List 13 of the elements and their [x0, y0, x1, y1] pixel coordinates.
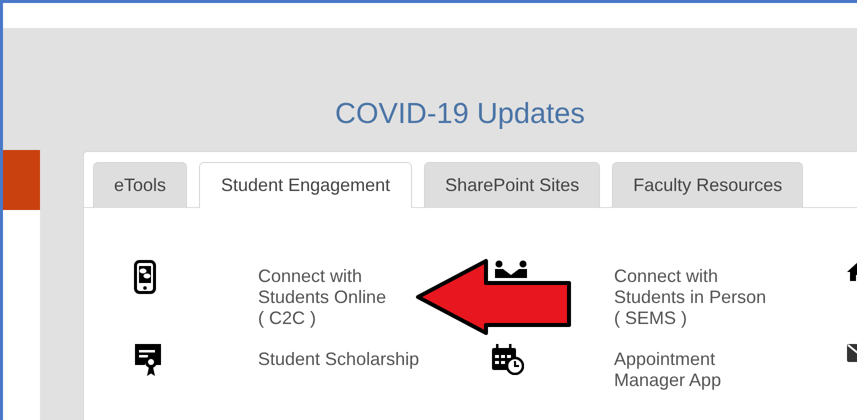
tab[interactable]: Faculty Resources	[612, 162, 804, 208]
handshake-icon[interactable]	[494, 260, 528, 278]
tab[interactable]: SharePoint Sites	[424, 162, 600, 208]
tab[interactable]: Student Engagement	[199, 162, 412, 208]
link[interactable]: Appointment Manager App	[614, 341, 722, 391]
tab[interactable]: eTools	[93, 162, 188, 208]
page-title: COVID-19 Updates	[335, 97, 585, 131]
certificate-icon[interactable]	[134, 343, 162, 377]
link[interactable]: Student Scholarship	[258, 341, 420, 370]
link[interactable]: Connect with Students in Person ( SEMS )	[614, 258, 766, 329]
tablet-chat-icon[interactable]	[134, 260, 156, 294]
calendar-clock-icon[interactable]	[490, 343, 524, 375]
link[interactable]: Connect with Students Online ( C2C )	[258, 258, 386, 329]
